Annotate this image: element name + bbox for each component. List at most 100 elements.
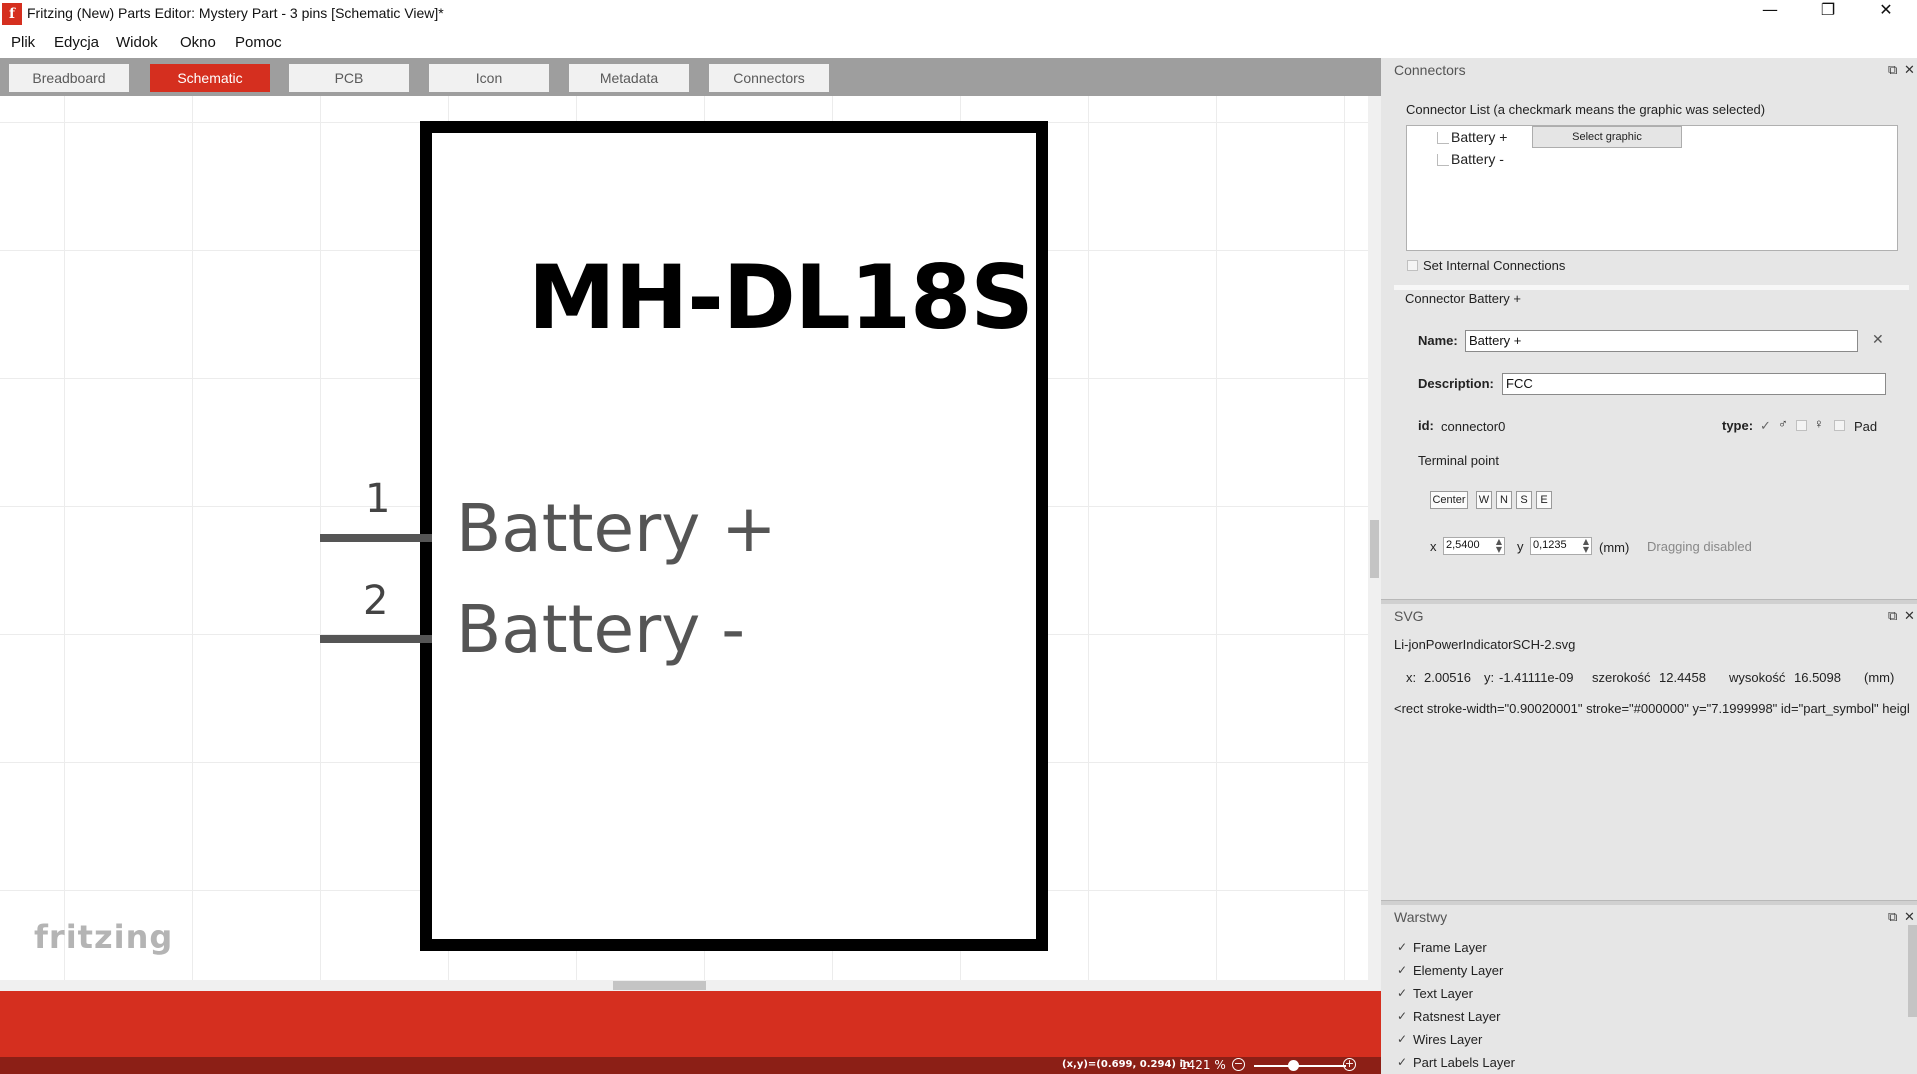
close-panel-icon[interactable]: ✕ (1904, 910, 1915, 925)
layer-item[interactable]: Part Labels Layer (1413, 1055, 1515, 1070)
pin-1-number: 1 (365, 476, 391, 522)
type-pad-label[interactable]: Pad (1854, 419, 1877, 434)
zoom-out-icon[interactable]: − (1232, 1058, 1245, 1071)
canvas-horizontal-scroll-thumb[interactable] (613, 981, 706, 990)
layer-check-icon[interactable]: ✓ (1397, 1032, 1407, 1046)
type-female-radio[interactable] (1796, 420, 1807, 431)
layers-scrollbar[interactable] (1908, 925, 1917, 1017)
pin-1-label: Battery + (456, 490, 777, 567)
internal-connections-label: Set Internal Connections (1423, 258, 1566, 273)
terminal-point-label: Terminal point (1418, 453, 1499, 468)
internal-connections-checkbox[interactable] (1407, 260, 1418, 271)
list-item[interactable]: Battery - (1451, 151, 1504, 167)
svg-y-value: -1.41111e-09 (1499, 670, 1574, 685)
layer-item[interactable]: Elementy Layer (1413, 963, 1503, 978)
pin-1-line[interactable] (320, 534, 432, 542)
terminal-east-button[interactable]: E (1536, 491, 1552, 509)
float-panel-icon[interactable]: ⧉ (1888, 910, 1897, 925)
dragging-status: Dragging disabled (1647, 539, 1752, 554)
spin-arrows-icon[interactable]: ▲ ▼ (1496, 538, 1502, 554)
terminal-north-button[interactable]: N (1496, 491, 1512, 509)
type-male-checkmark-icon[interactable]: ✓ (1760, 418, 1771, 434)
panel-divider[interactable] (1381, 599, 1917, 604)
connector-id-value: connector0 (1441, 419, 1506, 434)
pin-2-label: Battery - (456, 591, 746, 668)
connector-graphic-checkmark[interactable] (1437, 154, 1449, 166)
menu-pomoc[interactable]: Pomoc (235, 34, 282, 51)
bottom-toolbar-area (0, 991, 1381, 1057)
id-label: id: (1418, 418, 1434, 433)
zoom-slider-handle[interactable] (1288, 1060, 1299, 1071)
svg-height-value: 16.5098 (1794, 670, 1841, 685)
list-item[interactable]: Battery + (1451, 129, 1507, 145)
menu-okno[interactable]: Okno (180, 34, 216, 51)
close-panel-icon[interactable]: ✕ (1904, 63, 1915, 78)
float-panel-icon[interactable]: ⧉ (1888, 63, 1897, 78)
menu-widok[interactable]: Widok (116, 34, 158, 51)
svg-element-source: <rect stroke-width="0.90020001" stroke="… (1394, 701, 1909, 716)
terminal-x-spinbox[interactable]: 2,5400 ▲ ▼ (1443, 537, 1505, 555)
connector-name-input[interactable]: Battery + (1465, 330, 1858, 352)
connector-graphic-checkmark[interactable] (1437, 132, 1449, 144)
tab-metadata[interactable]: Metadata (569, 64, 689, 92)
type-label: type: (1722, 418, 1754, 433)
close-panel-icon[interactable]: ✕ (1904, 609, 1915, 624)
zoom-slider[interactable] (1254, 1065, 1346, 1067)
svg-filename: Li-jonPowerIndicatorSCH-2.svg (1394, 637, 1576, 652)
tab-icon[interactable]: Icon (429, 64, 549, 92)
terminal-west-button[interactable]: W (1476, 491, 1492, 509)
layer-item[interactable]: Ratsnest Layer (1413, 1009, 1500, 1024)
layer-check-icon[interactable]: ✓ (1397, 1055, 1407, 1069)
tab-connectors[interactable]: Connectors (709, 64, 829, 92)
terminal-y-spinbox[interactable]: 0,1235 ▲ ▼ (1530, 537, 1592, 555)
connector-section-title: Connector Battery + (1405, 291, 1521, 306)
view-tab-bar: Breadboard Schematic PCB Icon Metadata C… (0, 58, 1381, 96)
layer-check-icon[interactable]: ✓ (1397, 986, 1407, 1000)
window-title: Fritzing (New) Parts Editor: Mystery Par… (27, 5, 444, 21)
select-graphic-button[interactable]: Select graphic (1532, 126, 1682, 148)
layer-item[interactable]: Text Layer (1413, 986, 1473, 1001)
clear-name-icon[interactable]: ✕ (1872, 332, 1884, 348)
svg-panel-header: SVG (1394, 608, 1424, 624)
close-window-icon[interactable]: ✕ (1857, 0, 1915, 28)
float-panel-icon[interactable]: ⧉ (1888, 609, 1897, 624)
y-label: y (1517, 539, 1524, 554)
tab-pcb[interactable]: PCB (289, 64, 409, 92)
svg-width-label: szerokość (1592, 670, 1651, 685)
tab-schematic[interactable]: Schematic (150, 64, 270, 92)
connector-description-input[interactable]: FCC (1502, 373, 1886, 395)
name-label: Name: (1418, 333, 1458, 348)
fritzing-watermark-logo: fritzing (34, 918, 174, 956)
svg-x-label: x: (1406, 670, 1417, 685)
menu-edycja[interactable]: Edycja (54, 34, 99, 51)
pin-2-line[interactable] (320, 635, 432, 643)
type-male-icon[interactable]: ♂ (1778, 416, 1788, 431)
schematic-canvas[interactable]: MH-DL18S 1 Battery + 2 Battery - fritzin… (0, 96, 1368, 980)
section-separator (1394, 285, 1909, 290)
menu-plik[interactable]: Plik (11, 34, 35, 51)
connector-list-caption: Connector List (a checkmark means the gr… (1406, 102, 1766, 117)
terminal-x-value: 2,5400 (1446, 539, 1480, 551)
svg-width-value: 12.4458 (1659, 670, 1706, 685)
terminal-y-value: 0,1235 (1533, 539, 1567, 551)
pin-2-number: 2 (363, 578, 389, 624)
tab-breadboard[interactable]: Breadboard (9, 64, 129, 92)
type-pad-radio[interactable] (1834, 420, 1845, 431)
layer-item[interactable]: Frame Layer (1413, 940, 1487, 955)
minimize-icon[interactable]: — (1741, 0, 1799, 28)
layer-check-icon[interactable]: ✓ (1397, 963, 1407, 977)
layer-check-icon[interactable]: ✓ (1397, 940, 1407, 954)
layer-item[interactable]: Wires Layer (1413, 1032, 1482, 1047)
type-female-icon[interactable]: ♀ (1814, 416, 1824, 431)
terminal-center-button[interactable]: Center (1430, 491, 1468, 509)
terminal-south-button[interactable]: S (1516, 491, 1532, 509)
layer-check-icon[interactable]: ✓ (1397, 1009, 1407, 1023)
status-bar: (x,y)=(0.699, 0.294) in 1421 % − + (0, 1057, 1381, 1074)
maximize-icon[interactable]: ❐ (1799, 0, 1857, 28)
connectors-panel-header: Connectors (1394, 62, 1466, 78)
panel-divider[interactable] (1381, 900, 1917, 905)
canvas-vertical-scroll-thumb[interactable] (1370, 520, 1379, 578)
zoom-in-icon[interactable]: + (1343, 1058, 1356, 1071)
part-title: MH-DL18S (528, 246, 1034, 349)
spin-arrows-icon[interactable]: ▲ ▼ (1583, 538, 1589, 554)
